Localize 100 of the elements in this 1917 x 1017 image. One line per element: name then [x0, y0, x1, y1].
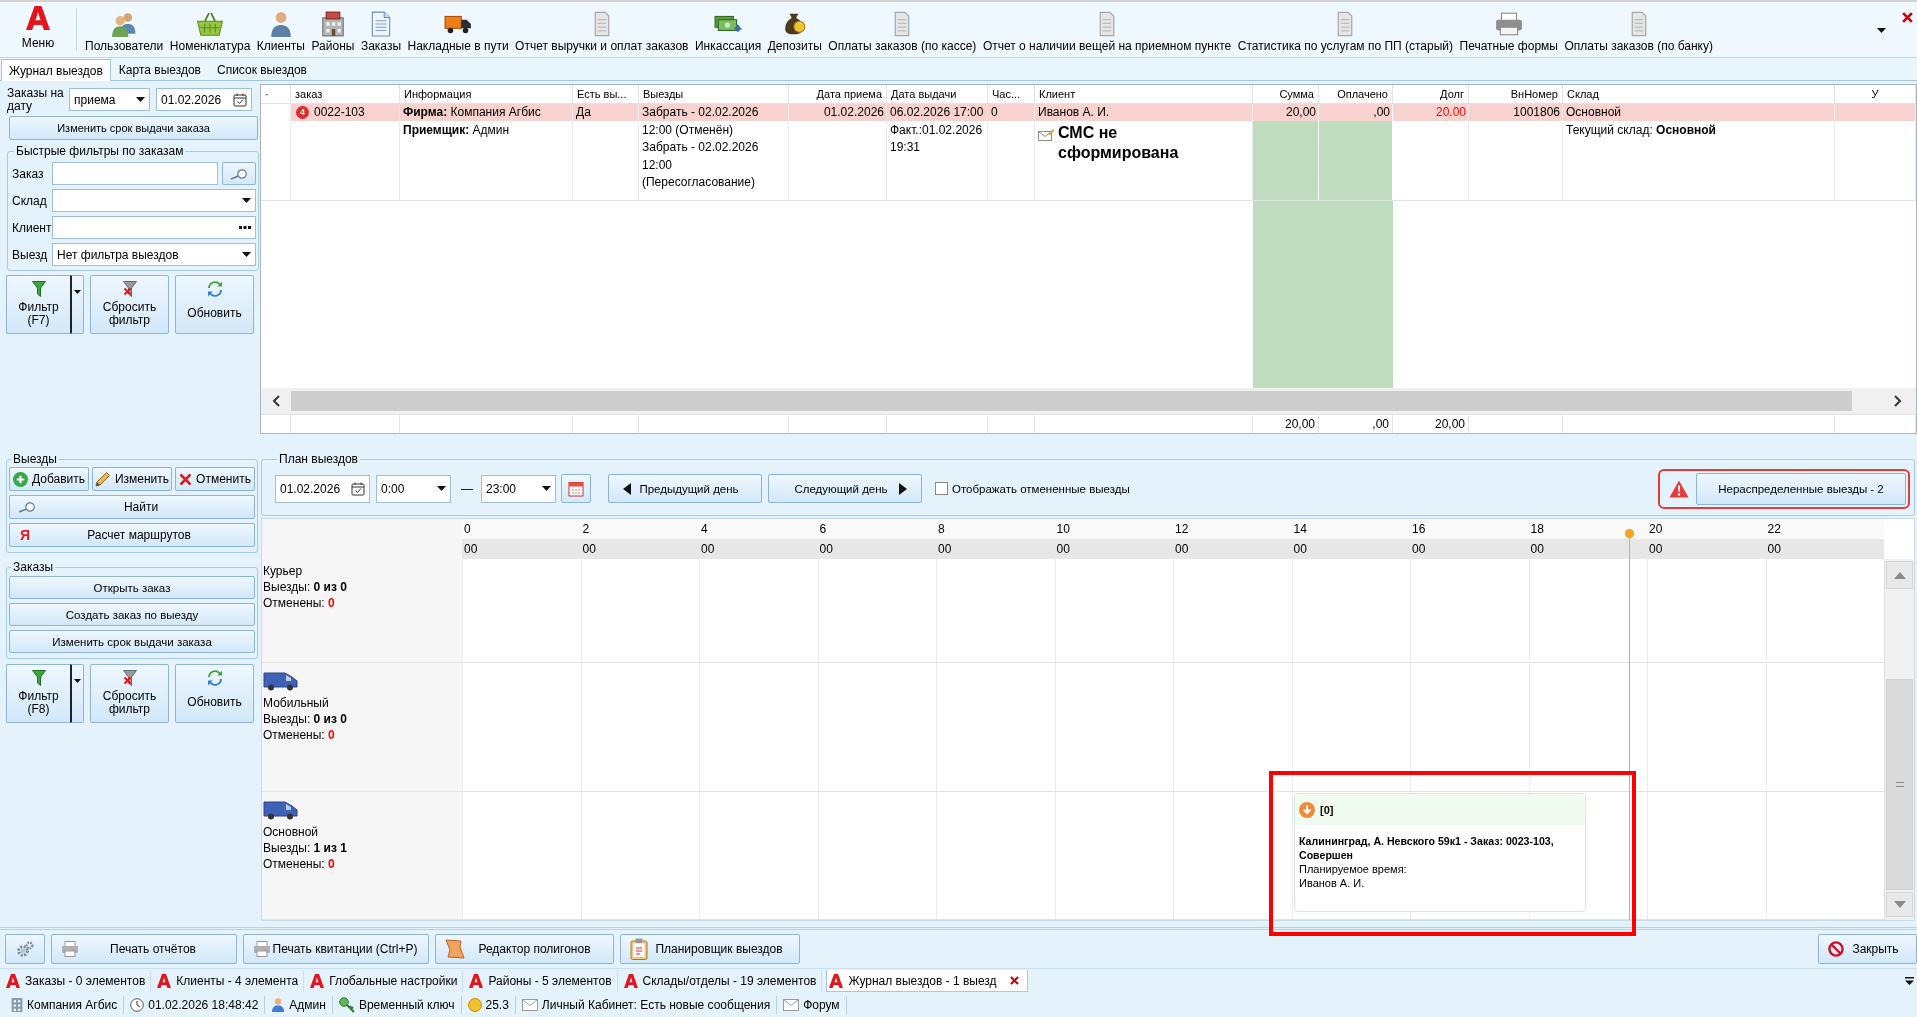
column-header[interactable]: ВнНомер [1469, 85, 1563, 103]
lane-name: Мобильный [263, 695, 329, 711]
document-tab[interactable]: Районы - 5 элементов [467, 970, 618, 992]
text-field[interactable] [52, 162, 218, 185]
dropdown[interactable] [52, 189, 256, 212]
close-button[interactable] [1902, 12, 1913, 23]
column-header[interactable]: Информация [400, 85, 573, 103]
find-button[interactable]: Найти [9, 495, 255, 519]
polygon-editor-button[interactable]: Редактор полигонов [435, 933, 614, 964]
toolbar-button[interactable]: Отчет о наличии вещей на приемном пункте [982, 9, 1232, 53]
funnel-icon [31, 670, 46, 686]
column-header[interactable]: Дата приема [789, 85, 887, 103]
funnel-icon [31, 281, 46, 297]
column-header[interactable]: Час... [988, 85, 1035, 103]
toolbar-button[interactable]: Клиенты [256, 9, 305, 53]
document-tab[interactable]: Склады/отделы - 19 элементов [621, 970, 823, 992]
time-dropdown[interactable]: 23:00 [481, 474, 556, 503]
toolbar-button[interactable]: Депозиты [767, 9, 822, 53]
toolbar-button[interactable]: Отчет выручки и оплат заказов [515, 9, 689, 53]
order-action-button[interactable]: Создать заказ по выезду [9, 603, 255, 626]
filter-menu-button[interactable] [70, 275, 84, 334]
scroll-up-button[interactable] [1886, 561, 1913, 589]
add-button[interactable]: Добавить [9, 467, 89, 491]
document-tab[interactable]: Журнал выездов - 1 выезд [826, 970, 1028, 992]
order-action-button[interactable]: Открыть заказ [9, 576, 255, 599]
order-action-button[interactable]: Изменить срок выдачи заказа [9, 630, 255, 653]
triangle-up-icon [1893, 571, 1906, 579]
column-header[interactable]: Оплачено [1319, 85, 1393, 103]
logo-icon [469, 974, 484, 988]
table-row[interactable] [261, 104, 1916, 201]
vertical-scrollbar[interactable] [1884, 559, 1914, 920]
toolbar-button[interactable]: Оплаты заказов (по кассе) [828, 9, 977, 53]
toolbar-button[interactable]: Статистика по услугам по ПП (старый) [1237, 9, 1454, 53]
date-field[interactable]: 01.02.2026 [156, 88, 252, 111]
checkbox-label[interactable]: Отображать отмененные выезды [952, 482, 1130, 495]
scroll-down-button[interactable] [1886, 892, 1913, 917]
column-header[interactable]: Есть вы... [573, 85, 639, 103]
toolbar-button[interactable]: Заказы [360, 9, 401, 53]
date-field[interactable]: 01.02.2026 [275, 474, 370, 503]
document-tab[interactable]: Глобальные настройки [308, 970, 464, 992]
document-tab[interactable]: Заказы - 0 элементов [4, 970, 152, 992]
column-header[interactable]: Клиент [1035, 85, 1253, 103]
toolbar-button[interactable]: Накладные в пути [407, 9, 509, 53]
document-tab[interactable]: Клиенты - 4 элемента [155, 970, 305, 992]
toolbar-button[interactable]: Номенклатура [169, 9, 251, 53]
search-button[interactable] [222, 162, 256, 185]
column-header[interactable]: Склад [1563, 85, 1835, 103]
toolbar-button[interactable]: Оплаты заказов (по банку) [1564, 9, 1713, 53]
scrollbar-thumb[interactable] [1886, 679, 1913, 890]
time-dropdown[interactable]: 0:00 [376, 474, 451, 503]
column-header[interactable]: Выезды [639, 85, 789, 103]
column-header[interactable]: заказ [291, 85, 400, 103]
dropdown[interactable]: приема [69, 88, 150, 111]
toolbar-button[interactable]: Инкассация [694, 9, 762, 53]
tab[interactable]: Карта выездов [110, 59, 209, 80]
refresh-button[interactable]: Обновить [175, 664, 254, 723]
toolbar-button[interactable]: Районы [311, 9, 355, 53]
print-receipt-button[interactable]: Печать квитанции (Ctrl+P) [243, 933, 429, 964]
column-header[interactable]: Долг [1393, 85, 1469, 103]
close-icon [1902, 12, 1913, 23]
tab[interactable]: Журнал выездов [1, 59, 111, 81]
column-header[interactable]: Сумма [1253, 85, 1319, 103]
change-due-date-button[interactable]: Изменить срок выдачи заказа [9, 116, 258, 140]
event-card[interactable]: [0] Калининград, А. Невского 59к1 - Заказ: 0023-103, Совершен Планируемое время: Иванов А. И. [1294, 793, 1586, 912]
column-header[interactable]: У [1835, 85, 1916, 103]
minute-label: 00 [1649, 542, 1663, 556]
calendar-button[interactable] [561, 474, 591, 503]
cancel-button[interactable]: Отменить [175, 467, 255, 491]
reset-filter-button[interactable]: Сбросить фильтр [90, 275, 169, 334]
menu-button[interactable]: Меню [0, 2, 76, 57]
column-header[interactable]: · [261, 85, 291, 103]
calendar-icon [568, 480, 584, 497]
toolbar-button[interactable]: Печатные формы [1459, 9, 1558, 53]
picker-field[interactable] [52, 216, 256, 239]
edit-button[interactable]: Изменить [92, 467, 172, 491]
filter-button[interactable]: Фильтр (F7) [6, 275, 70, 334]
settings-button[interactable] [5, 933, 45, 964]
print-reports-button[interactable]: Печать отчётов [51, 933, 237, 964]
route-button[interactable]: Я Расчет маршрутов [9, 523, 255, 547]
trip-planner-button[interactable]: Планировщик выездов [620, 933, 800, 964]
reset-filter-button[interactable]: Сбросить фильтр [90, 664, 169, 723]
toolbar-menu-button[interactable] [1877, 28, 1886, 33]
filter-button[interactable]: Фильтр (F8) [6, 664, 70, 723]
next-day-button[interactable]: Следующий день [768, 474, 922, 503]
order-number: 0022-103 [314, 104, 365, 121]
status-text: Форум [803, 997, 840, 1012]
close-button[interactable]: Закрыть [1818, 933, 1917, 964]
toolbar-button[interactable]: Пользователи [85, 9, 164, 53]
checkbox[interactable] [935, 482, 948, 495]
scrollbar-thumb[interactable] [291, 391, 1852, 411]
refresh-button[interactable]: Обновить [175, 275, 254, 334]
filter-menu-button[interactable] [70, 664, 84, 723]
tab[interactable]: Список выездов [209, 59, 315, 80]
unassigned-trips-button[interactable]: Нераспределенные выезды - 2 [1696, 472, 1906, 505]
minute-label: 00 [938, 542, 952, 556]
previous-day-button[interactable]: Предыдущий день [608, 474, 762, 503]
horizontal-scrollbar[interactable] [261, 388, 1916, 414]
column-header[interactable]: Дата выдачи [887, 85, 988, 103]
dropdown[interactable]: Нет фильтра выездов [52, 243, 256, 266]
document-icon [593, 11, 610, 37]
